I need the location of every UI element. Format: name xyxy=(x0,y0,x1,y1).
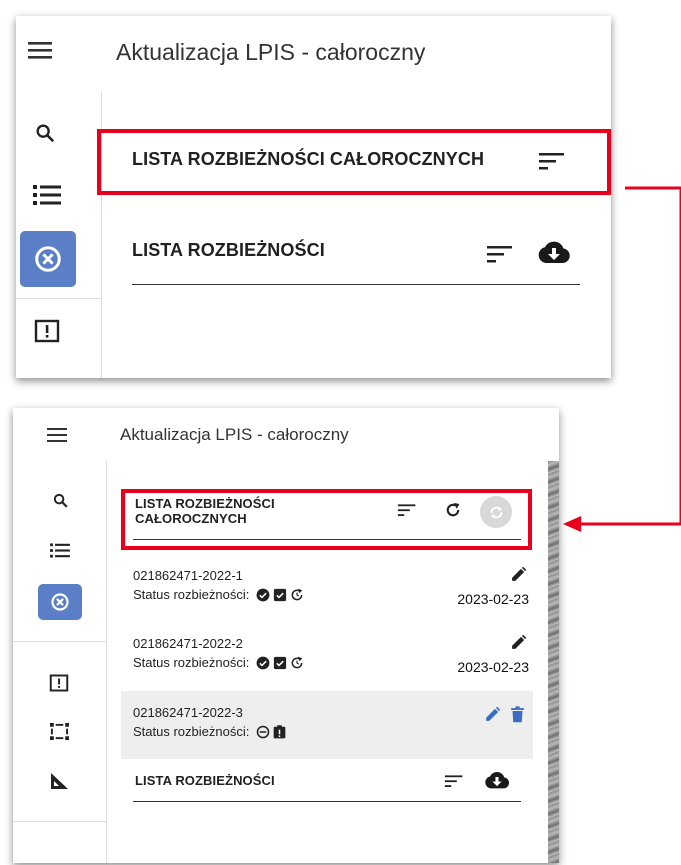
search-icon[interactable] xyxy=(48,488,72,512)
cancel-circle-icon xyxy=(51,593,69,611)
section-title-discrepancies: LISTA ROZBIEŻNOŚCI xyxy=(135,773,275,788)
bottom-screenshot-panel: Aktualizacja LPIS - całoroczny LISTA ROZ… xyxy=(13,408,559,863)
section-divider xyxy=(133,801,521,802)
discrepancy-date: 2023-02-23 xyxy=(457,591,529,607)
refresh-circle-icon xyxy=(291,656,303,668)
discrepancy-id: 021862471-2022-2 xyxy=(133,636,243,651)
discrepancy-status: Status rozbieżności: xyxy=(133,655,304,670)
clipboard-alert-icon xyxy=(274,724,286,738)
edit-icon[interactable] xyxy=(510,634,527,656)
rail-divider xyxy=(106,461,107,863)
delete-icon[interactable] xyxy=(507,703,527,725)
measure-angle-icon[interactable] xyxy=(46,769,72,793)
list-icon[interactable] xyxy=(48,538,72,562)
rail-separator xyxy=(13,641,106,642)
discrepancies-rail-button[interactable] xyxy=(38,584,82,620)
discrepancy-status: Status rozbieżności: xyxy=(133,724,286,739)
check-square-icon xyxy=(274,656,287,669)
alert-box-icon[interactable] xyxy=(46,671,72,695)
list-item-selected[interactable]: 021862471-2022-3 Status rozbieżności: xyxy=(121,691,533,759)
minus-circle-icon xyxy=(257,725,270,738)
check-square-icon xyxy=(274,588,287,601)
edit-icon[interactable] xyxy=(481,703,503,725)
rail-separator xyxy=(13,821,106,822)
status-label: Status rozbieżności: xyxy=(133,724,250,739)
discrepancy-status: Status rozbieżności: xyxy=(133,587,304,602)
refresh-circle-icon xyxy=(291,588,303,600)
list-item[interactable]: 021862471-2022-2 Status rozbieżności: 20… xyxy=(121,628,533,690)
sort-icon[interactable] xyxy=(443,772,465,790)
discrepancy-id: 021862471-2022-1 xyxy=(133,568,243,583)
discrepancy-date: 2023-02-23 xyxy=(457,659,529,675)
discrepancy-id: 021862471-2022-3 xyxy=(133,705,243,720)
check-circle-icon xyxy=(256,656,270,669)
menu-icon[interactable] xyxy=(47,427,67,448)
app-title: Aktualizacja LPIS - całoroczny xyxy=(120,425,349,444)
edit-icon[interactable] xyxy=(510,566,527,588)
map-background xyxy=(548,461,559,863)
select-box-icon[interactable] xyxy=(46,719,72,743)
status-label: Status rozbieżności: xyxy=(133,655,250,670)
list-item[interactable]: 021862471-2022-1 Status rozbieżności: 20… xyxy=(121,560,533,622)
check-circle-icon xyxy=(256,588,270,601)
highlight-box xyxy=(121,489,532,550)
status-label: Status rozbieżności: xyxy=(133,587,250,602)
cloud-download-icon[interactable] xyxy=(483,769,511,791)
